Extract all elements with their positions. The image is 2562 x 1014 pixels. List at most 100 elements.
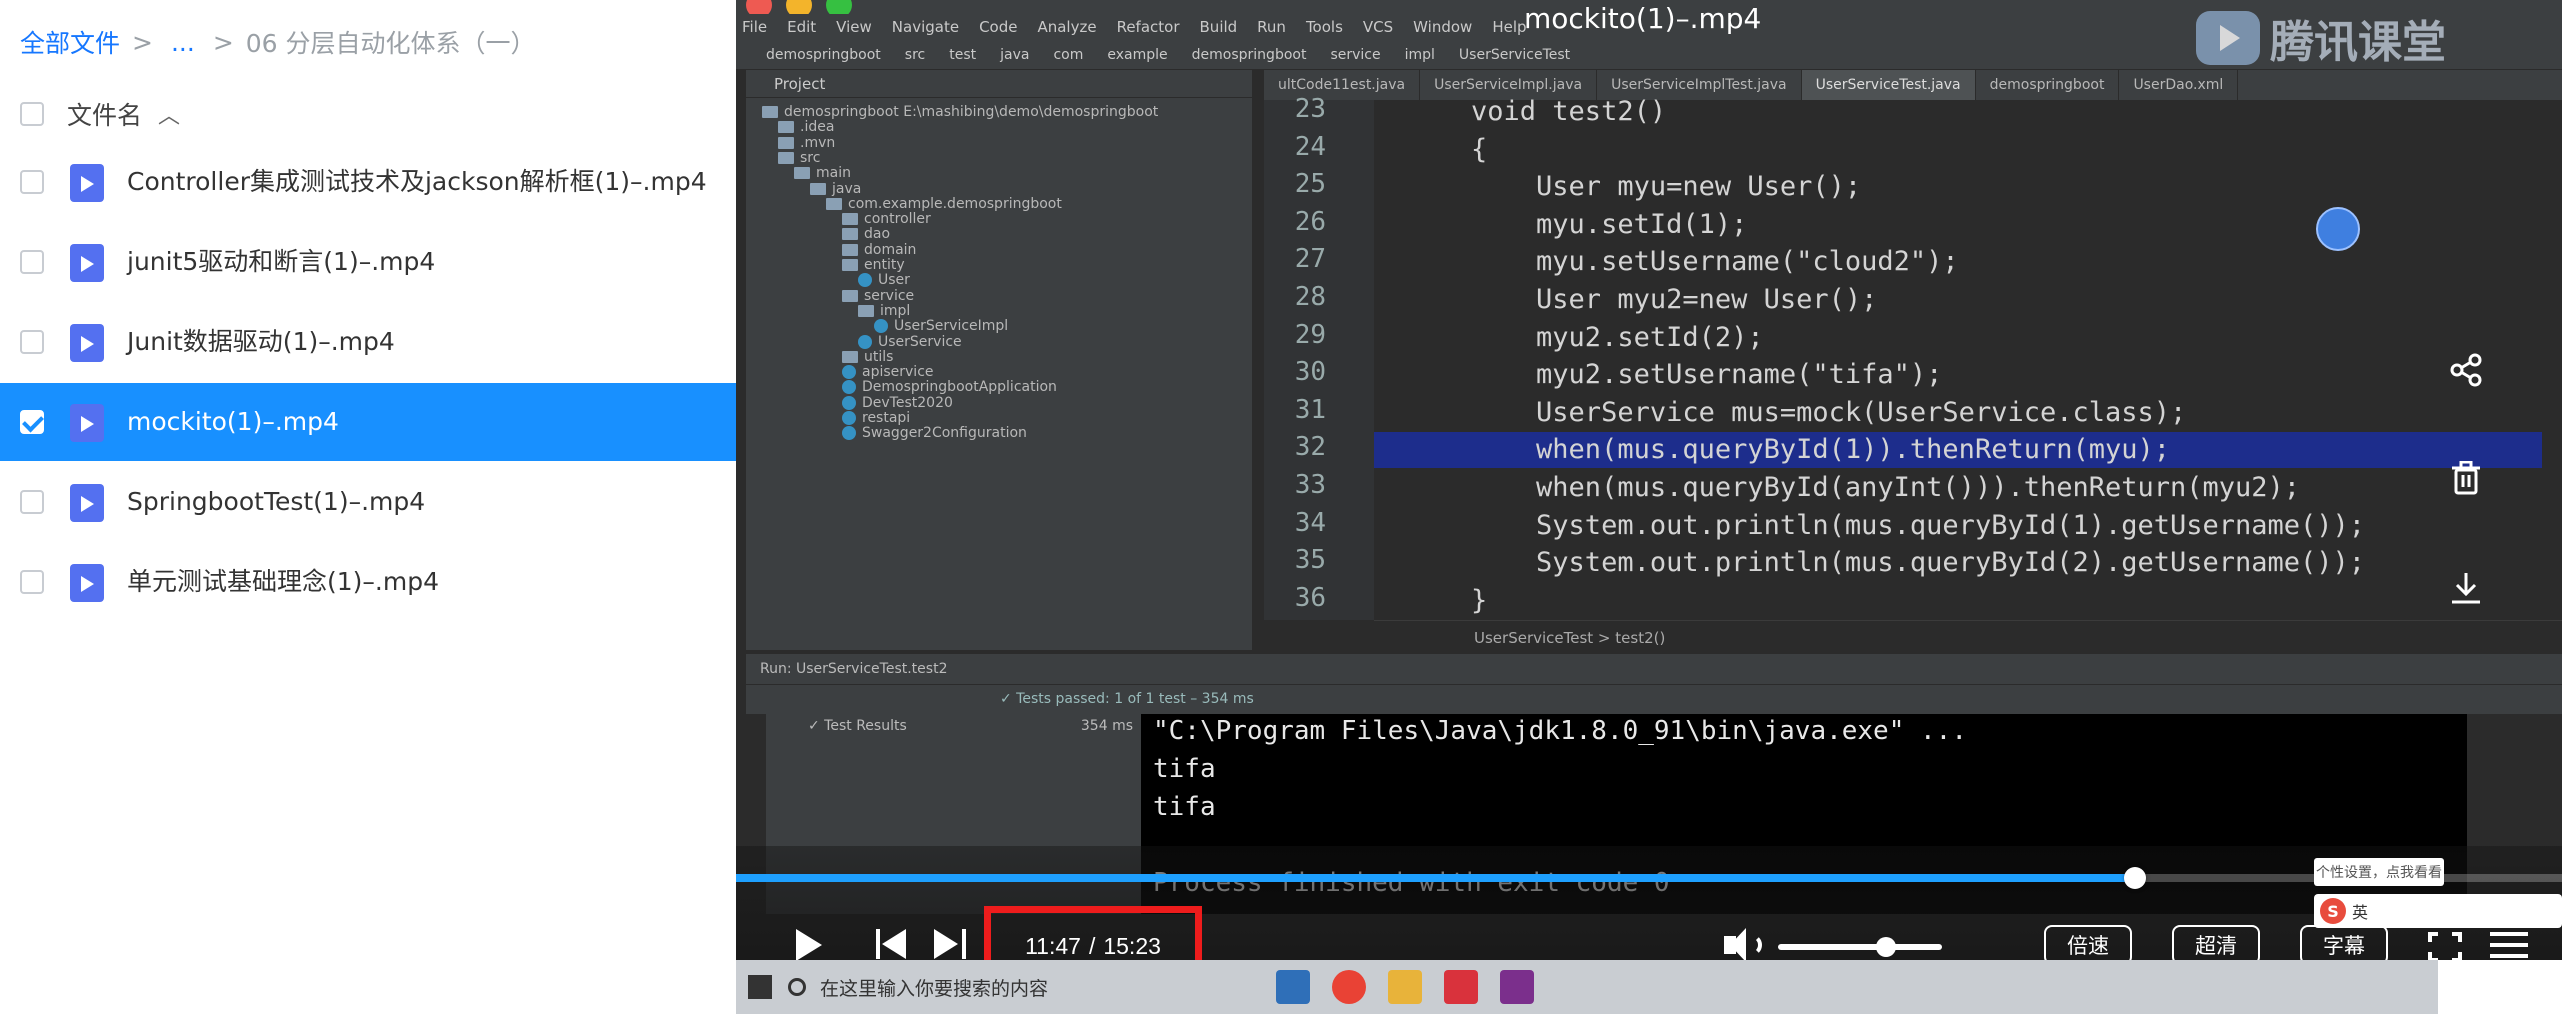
progress-knob[interactable]: [2123, 867, 2146, 889]
folder-icon: [842, 289, 858, 302]
folder-icon: [826, 197, 842, 210]
file-name[interactable]: Junit数据驱动(1)–.mp4: [127, 303, 395, 381]
file-row[interactable]: 单元测试基础理念(1)–.mp4: [0, 543, 736, 621]
file-checkbox[interactable]: [20, 410, 44, 434]
progress-bar[interactable]: [736, 867, 2562, 889]
ide-menu-item: Build: [1199, 18, 1238, 36]
breadcrumb-current: 06 分层自动化体系（一）: [245, 29, 536, 58]
folder-icon: [778, 136, 794, 149]
breadcrumb-root-link[interactable]: 全部文件: [20, 24, 120, 60]
share-icon[interactable]: [2426, 330, 2506, 410]
ide-editor-breadcrumb: UserServiceTest > test2(): [1374, 620, 2562, 654]
file-row[interactable]: SpringbootTest(1)–.mp4: [0, 463, 736, 541]
video-file-icon: [70, 564, 104, 602]
ide-line-number: 25: [1294, 169, 1326, 200]
ide-line-number: 33: [1294, 470, 1326, 500]
file-checkbox[interactable]: [20, 570, 44, 594]
file-row[interactable]: Junit数据驱动(1)–.mp4: [0, 303, 736, 381]
sort-asc-icon[interactable]: ︿: [158, 98, 180, 130]
time-separator: /: [1088, 932, 1096, 959]
video-file-icon: [70, 324, 104, 362]
folder-icon: [842, 259, 858, 271]
file-checkbox[interactable]: [20, 330, 44, 354]
volume-slider[interactable]: [1778, 937, 1942, 957]
ide-tree-label: java: [832, 180, 862, 197]
file-checkbox[interactable]: [20, 170, 44, 194]
ide-code-line: when(mus.queryById(anyInt())).thenReturn…: [1406, 472, 2301, 503]
ide-menu-item: View: [836, 18, 872, 36]
file-name[interactable]: junit5驱动和断言(1)–.mp4: [127, 223, 435, 301]
skip-previous-icon[interactable]: [876, 929, 908, 959]
file-row[interactable]: Controller集成测试技术及jackson解析框(1)–.mp4: [0, 143, 736, 221]
file-name[interactable]: 单元测试基础理念(1)–.mp4: [127, 543, 439, 621]
ide-line-number: 30: [1294, 357, 1326, 388]
tooltip: 个性设置，点我看看: [2314, 858, 2444, 886]
ide-tree-node: impl: [858, 303, 910, 319]
breadcrumb-ellipsis-link[interactable]: ...: [171, 28, 195, 57]
speed-button[interactable]: 倍速: [2044, 925, 2132, 965]
ide-code-line: {: [1406, 133, 1488, 165]
folder-icon: [794, 167, 810, 180]
ide-tree-node: restapi: [842, 410, 910, 426]
ide-code-editor: void test2() { User myu=new User(); myu.…: [1374, 96, 2562, 620]
ide-code-line: myu2.setUsername("tifa");: [1406, 359, 1943, 391]
folder-icon: [842, 243, 858, 256]
file-row[interactable]: mockito(1)–.mp4: [0, 383, 736, 461]
ide-tree-label: demospringboot E:\mashibing\demo\demospr…: [784, 104, 1159, 120]
fullscreen-icon[interactable]: [2428, 932, 2462, 962]
ime-toolbar: S 英: [2314, 894, 2562, 928]
ide-nav-crumb: UserServiceTest: [1458, 46, 1571, 63]
volume-icon[interactable]: [1724, 928, 1764, 962]
ide-tree-node: .idea: [778, 119, 834, 135]
file-name[interactable]: Controller集成测试技术及jackson解析框(1)–.mp4: [127, 143, 707, 221]
ide-tree-node: UserServiceImpl: [874, 318, 1008, 334]
trash-icon[interactable]: [2426, 438, 2506, 518]
ide-project-header: Project: [746, 70, 1252, 98]
file-row[interactable]: junit5驱动和断言(1)–.mp4: [0, 223, 736, 301]
quality-button[interactable]: 超清: [2172, 925, 2260, 965]
brand-text: 腾讯课堂: [2270, 17, 2446, 68]
player-side-actions: [2426, 330, 2506, 660]
ide-tree-node: domain: [842, 242, 916, 258]
ide-menu-item: Analyze: [1037, 18, 1097, 36]
ide-menu-item: Refactor: [1116, 18, 1180, 36]
column-header-filename[interactable]: 文件名: [67, 96, 142, 132]
video-file-icon: [70, 484, 104, 522]
ide-menu-item: Window: [1413, 18, 1473, 36]
ide-tree-label: com.example.demospringboot: [848, 195, 1062, 212]
video-player[interactable]: File Edit View Navigate Code Analyze Refactor B…: [736, 0, 2562, 1014]
ide-tree-node: demospringboot E:\mashibing\demo\demospr…: [762, 104, 1158, 120]
subtitle-button[interactable]: 字幕: [2300, 925, 2388, 965]
ide-tree-label: impl: [880, 302, 911, 319]
ide-menu-item: Tools: [1305, 18, 1343, 36]
ide-line-number: 32: [1294, 432, 1326, 463]
ide-line-number: 29: [1294, 319, 1326, 350]
ide-nav-crumb: com: [1053, 46, 1084, 63]
ide-code-line: UserService mus=mock(UserService.class);: [1406, 396, 2187, 428]
file-name[interactable]: SpringbootTest(1)–.mp4: [127, 463, 425, 541]
play-icon[interactable]: [796, 929, 822, 961]
select-all-checkbox[interactable]: [20, 102, 44, 126]
skip-next-icon[interactable]: [934, 929, 966, 959]
download-icon[interactable]: [2426, 548, 2506, 628]
file-name[interactable]: mockito(1)–.mp4: [127, 383, 339, 461]
playlist-icon[interactable]: [2490, 930, 2528, 960]
ide-tree-node: java: [810, 181, 861, 197]
class-icon: [842, 426, 856, 441]
breadcrumb-separator-icon: >: [132, 27, 153, 57]
folder-icon: [842, 350, 858, 363]
breadcrumb: 全部文件 > ... > 06 分层自动化体系（一）: [20, 22, 536, 62]
ide-nav-crumb: src: [904, 46, 926, 63]
app-root: 全部文件 > ... > 06 分层自动化体系（一） 文件名 ︿ Control…: [0, 0, 2562, 1014]
file-checkbox[interactable]: [20, 490, 44, 514]
ide-code-line: myu.setId(1);: [1406, 208, 1748, 240]
ide-code-line: }: [1406, 584, 1488, 616]
ide-menu-item: Run: [1257, 18, 1286, 36]
ide-tree-label: .mvn: [800, 134, 836, 151]
ide-tree-node: src: [778, 150, 820, 166]
floating-avatar-icon[interactable]: [2316, 207, 2360, 251]
file-checkbox[interactable]: [20, 250, 44, 274]
ime-label[interactable]: 英: [2352, 899, 2368, 923]
ide-tree-label: controller: [864, 211, 931, 228]
ide-nav-crumb: service: [1330, 46, 1381, 63]
